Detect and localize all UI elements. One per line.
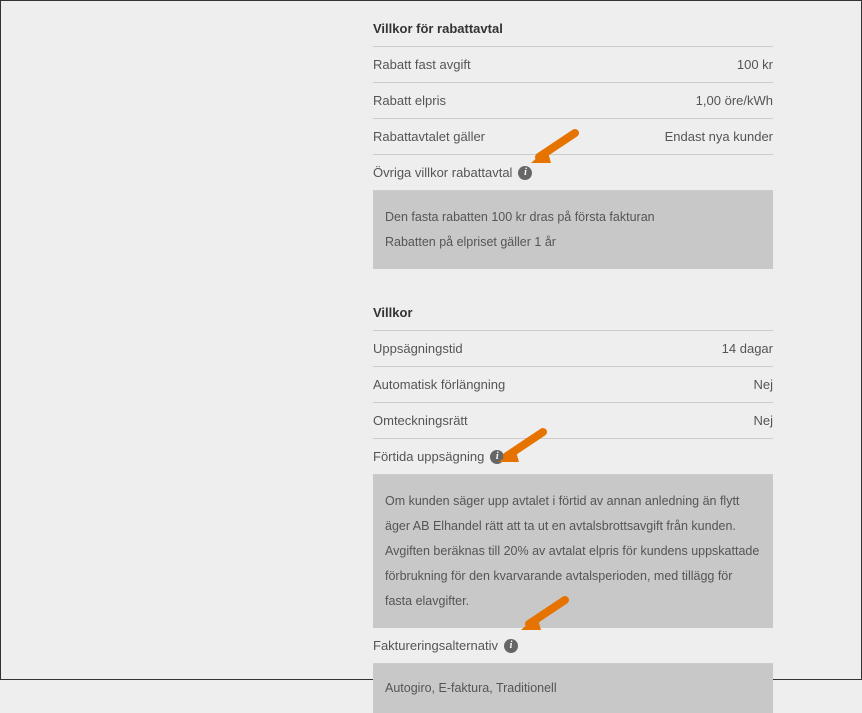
row-label: Faktureringsalternativ [373,638,498,653]
row-label: Förtida uppsägning [373,449,484,464]
info-text-line: Rabatten på elpriset gäller 1 år [385,230,761,255]
row-value: 1,00 öre/kWh [696,93,773,108]
info-icon[interactable]: i [504,639,518,653]
row-rabatt-elpris: Rabatt elpris 1,00 öre/kWh [373,83,773,119]
info-box-faktureringsalternativ: Autogiro, E-faktura, Traditionell [373,664,773,713]
row-value: 100 kr [737,57,773,72]
content-panel: Villkor för rabattavtal Rabatt fast avgi… [373,13,773,713]
section2-title: Villkor [373,297,773,331]
info-text-line: Den fasta rabatten 100 kr dras på första… [385,205,761,230]
row-value: Nej [753,377,773,392]
info-icon[interactable]: i [518,166,532,180]
row-label: Rabatt elpris [373,93,446,108]
row-rabatt-fast-avgift: Rabatt fast avgift 100 kr [373,47,773,83]
row-rabattavtalet-galler: Rabattavtalet gäller Endast nya kunder [373,119,773,155]
row-ovriga-villkor: Övriga villkor rabattavtal i [373,155,773,191]
row-label: Rabatt fast avgift [373,57,471,72]
row-uppsagningstid: Uppsägningstid 14 dagar [373,331,773,367]
info-text: Om kunden säger upp avtalet i förtid av … [385,489,761,614]
info-icon[interactable]: i [490,450,504,464]
row-faktureringsalternativ: Faktureringsalternativ i [373,628,773,664]
row-label: Rabattavtalet gäller [373,129,485,144]
row-value: Endast nya kunder [665,129,773,144]
row-label: Övriga villkor rabattavtal [373,165,512,180]
row-omteckningsratt: Omteckningsrätt Nej [373,403,773,439]
row-automatisk-forlangning: Automatisk förlängning Nej [373,367,773,403]
info-box-ovriga-villkor: Den fasta rabatten 100 kr dras på första… [373,191,773,269]
row-label: Automatisk förlängning [373,377,505,392]
row-label: Uppsägningstid [373,341,463,356]
row-value: Nej [753,413,773,428]
row-label: Omteckningsrätt [373,413,468,428]
row-value: 14 dagar [722,341,773,356]
row-fortida-uppsagning: Förtida uppsägning i [373,439,773,475]
info-box-fortida-uppsagning: Om kunden säger upp avtalet i förtid av … [373,475,773,628]
section1-title: Villkor för rabattavtal [373,13,773,47]
